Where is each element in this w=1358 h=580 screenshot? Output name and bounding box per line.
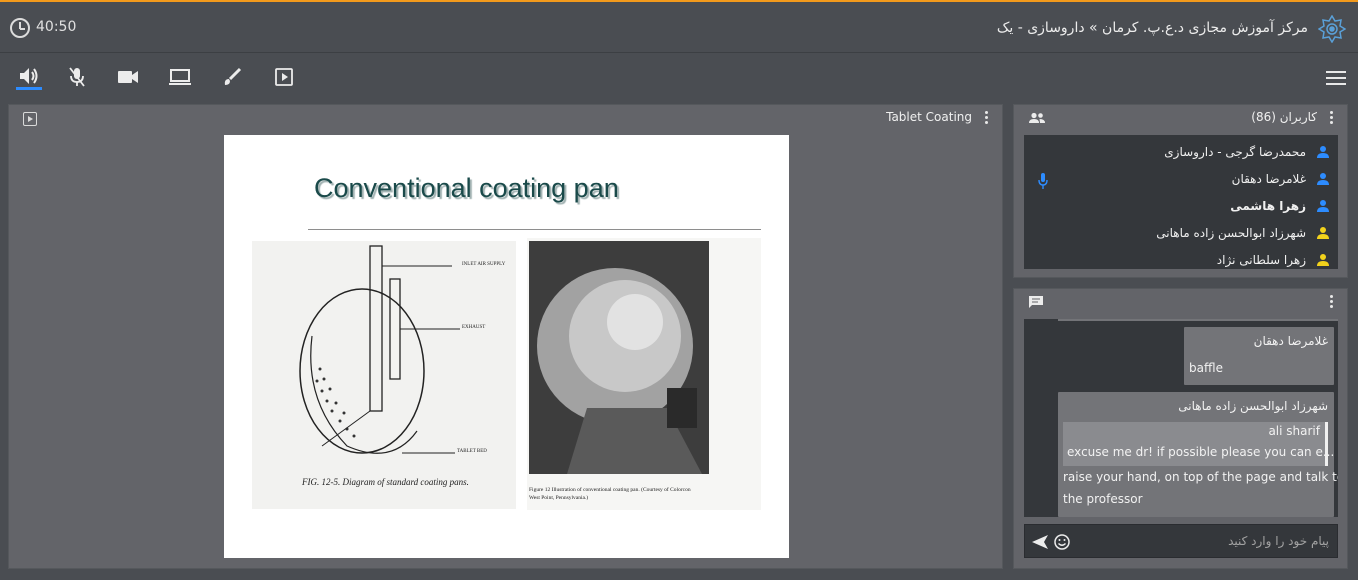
send-icon[interactable] [1031,534,1049,550]
inlet-label: INLET AIR SUPPLY [462,262,506,267]
microphone-icon [1038,173,1048,189]
more-options-icon[interactable] [985,111,989,125]
logo-icon [1318,15,1346,43]
user-name: زهرا سلطانی نژاد [1216,253,1306,267]
user-item[interactable]: زهرا سلطانی نژاد [1217,251,1330,269]
slide: Conventional coating pan INLET AIR SUPPL… [224,135,789,558]
chat-input[interactable]: پیام خود را وارد کنید [1024,524,1338,558]
page-title: مرکز آموزش مجازی د.ع.پ. کرمان » داروسازی… [996,20,1308,36]
play-box-icon [275,68,293,86]
user-name: شهرزاد ابوالحسن زاده ماهانی [1156,226,1306,240]
message-text: the professor [1063,492,1143,506]
camera-toggle[interactable] [115,64,141,90]
message-sender: غلامرضا دهقان [1253,334,1328,348]
user-icon [1317,146,1329,158]
quoted-message: ali sharif excuse me dr! if possible ple… [1063,422,1334,466]
fig2-caption-line1: Figure 12 Illustration of conventional c… [529,487,691,493]
whiteboard-button[interactable] [219,64,245,90]
user-icon [1317,200,1329,212]
more-options-icon[interactable] [1330,111,1334,125]
user-name: غلامرضا دهقان [1231,172,1306,186]
quote-text: excuse me dr! if possible please you can… [1067,445,1335,459]
chat-message: غلامرضا دهقان baffle [1184,327,1334,385]
user-item[interactable]: شهرزاد ابوالحسن زاده ماهانی [1156,224,1330,242]
chat-placeholder: پیام خود را وارد کنید [1228,534,1329,548]
message-text: baffle [1189,361,1223,375]
fig2-caption-line2: West Point, Pennsylvania.) [529,495,589,501]
user-icon [1317,254,1329,266]
chat-messages: غلامرضا دهقان baffle شهرزاد ابوالحسن زاد… [1024,319,1338,517]
chat-icon [1029,296,1043,308]
user-name: زهرا هاشمی [1230,199,1306,213]
brush-icon [224,67,242,85]
slide-divider [308,229,761,230]
chat-panel: غلامرضا دهقان baffle شهرزاد ابوالحسن زاد… [1013,288,1348,569]
users-icon [1029,112,1045,123]
photo-drawing [529,241,709,474]
screen-share-icon [169,69,191,85]
quote-sender: ali sharif [1268,424,1320,438]
previous-message-edge [1058,319,1338,321]
message-text: raise your hand, on top of the page and … [1063,470,1338,484]
exhaust-label: EXHAUST [462,325,486,330]
microphone-toggle[interactable] [64,64,90,90]
user-icon [1317,173,1329,185]
presentation-panel: Tablet Coating Conventional coating pan [8,104,1003,569]
play-box-icon[interactable] [23,112,37,126]
slide-title: Conventional coating pan [314,173,619,203]
external-video-button[interactable] [271,64,297,90]
user-item[interactable]: محمدرضا گرجی - داروسازی [1164,143,1330,161]
user-item[interactable]: غلامرضا دهقان [1232,170,1330,188]
speaker-toggle[interactable] [16,64,42,90]
menu-icon[interactable] [1326,71,1346,87]
coating-pan-diagram: INLET AIR SUPPLY EXHAUST TABLET BED FIG.… [252,241,516,509]
presentation-title: Tablet Coating [886,110,972,124]
message-sender: شهرزاد ابوالحسن زاده ماهانی [1178,399,1328,413]
diagram-drawing [299,245,460,454]
users-header: کاربران (86) [1251,110,1317,124]
session-timer: 40:50 [36,19,77,35]
speaker-icon [20,67,38,84]
top-bar: 40:50 مرکز آموزش مجازی د.ع.پ. کرمان » دا… [0,2,1358,53]
user-name: محمدرضا گرجی - داروسازی [1164,145,1306,159]
more-options-icon[interactable] [1330,295,1334,309]
chat-message: شهرزاد ابوالحسن زاده ماهانی ali sharif e… [1058,392,1338,517]
emoji-icon[interactable] [1054,534,1070,550]
clock-icon [10,18,30,38]
screen-share-button[interactable] [167,64,193,90]
user-icon [1317,227,1329,239]
user-list: محمدرضا گرجی - داروسازی غلامرضا دهقان زه… [1024,135,1338,269]
tablet-bed-label: TABLET BED [457,449,487,454]
media-toolbar [0,54,1358,102]
mic-off-icon [69,67,85,87]
coating-pan-photo: Figure 12 Illustration of conventional c… [527,238,761,510]
user-item[interactable]: زهرا هاشمی [1230,197,1330,215]
fig1-caption: FIG. 12-5. Diagram of standard coating p… [302,477,469,487]
users-panel: کاربران (86) محمدرضا گرجی - داروسازی غلا… [1013,104,1348,278]
camera-icon [118,71,138,83]
